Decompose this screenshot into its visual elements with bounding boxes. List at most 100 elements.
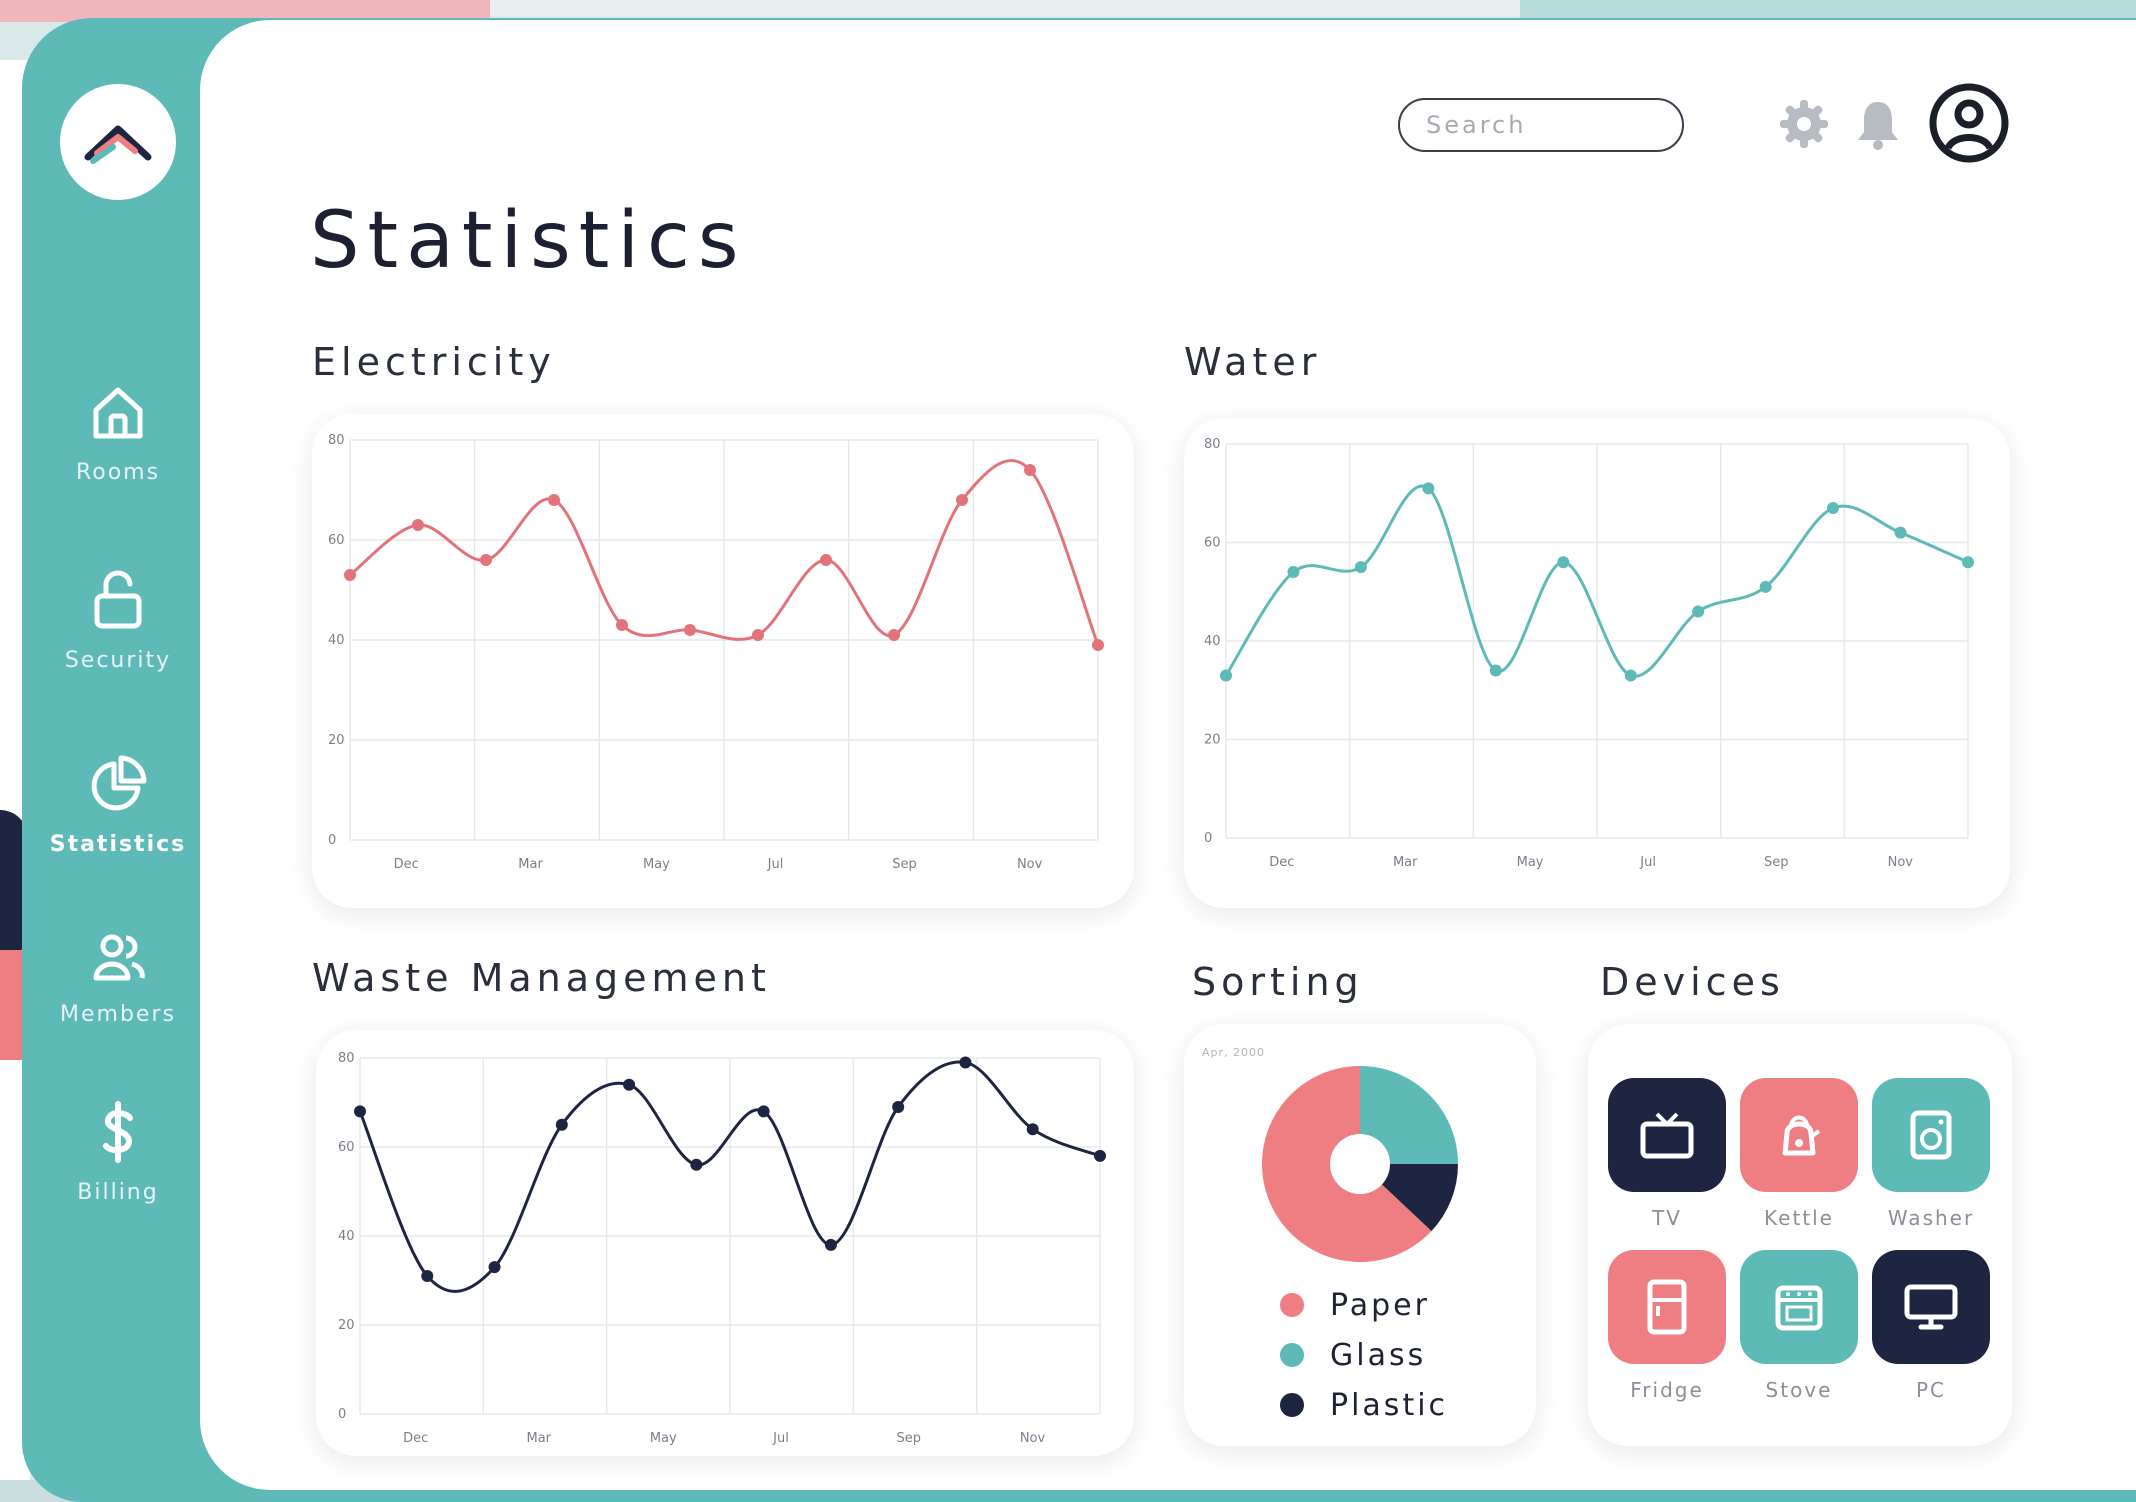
- sidebar-item-label: Billing: [77, 1180, 159, 1205]
- water-chart: 0 20 40 60 80 Dec Mar May Jul Sep Nov: [1204, 437, 1974, 870]
- legend-item: Paper: [1280, 1280, 1448, 1330]
- data-point: [555, 1118, 568, 1131]
- sidebar-item-billing[interactable]: Billing: [30, 1100, 206, 1205]
- sidebar-item-label: Rooms: [75, 460, 161, 485]
- devices-card: TV Kettle Washer Fridge Stove PC: [1588, 1024, 2012, 1446]
- data-point: [623, 1078, 636, 1091]
- x-tick-label: Sep: [892, 857, 917, 872]
- x-tick-label: Nov: [1017, 857, 1043, 872]
- legend-swatch-plastic: [1280, 1393, 1304, 1417]
- y-tick-label: 80: [338, 1051, 355, 1066]
- device-fridge-button[interactable]: Fridge: [1608, 1250, 1726, 1402]
- data-point: [757, 1105, 770, 1118]
- x-tick-label: May: [643, 857, 670, 872]
- data-point: [412, 519, 424, 531]
- device-pc-button[interactable]: PC: [1872, 1250, 1990, 1402]
- x-tick-label: Nov: [1888, 855, 1914, 870]
- device-kettle-button[interactable]: Kettle: [1740, 1078, 1858, 1230]
- roof-logo-icon[interactable]: [60, 84, 176, 200]
- user-icon[interactable]: [1928, 82, 2010, 168]
- page-title: Statistics: [310, 196, 747, 286]
- bell-icon[interactable]: [1854, 96, 1902, 156]
- data-point: [1094, 1149, 1106, 1162]
- data-point: [1092, 639, 1104, 651]
- sorting-legend: Paper Glass Plastic: [1280, 1280, 1448, 1430]
- sidebar-item-statistics[interactable]: Statistics: [30, 752, 206, 857]
- x-tick-label: Mar: [518, 857, 543, 872]
- data-point: [820, 554, 832, 566]
- device-label: Fridge: [1630, 1378, 1704, 1402]
- device-label: TV: [1652, 1206, 1682, 1230]
- water-title: Water: [1184, 340, 1322, 384]
- x-tick-label: Jul: [772, 1431, 789, 1446]
- sorting-title: Sorting: [1192, 960, 1364, 1004]
- data-point: [1894, 526, 1907, 539]
- data-point: [690, 1158, 703, 1171]
- data-point: [888, 629, 900, 641]
- sidebar-item-label: Statistics: [49, 832, 187, 857]
- unlock-icon: [94, 570, 142, 629]
- data-point: [959, 1056, 972, 1069]
- y-tick-label: 40: [1204, 634, 1221, 649]
- legend-item: Plastic: [1280, 1380, 1448, 1430]
- data-point: [1024, 464, 1036, 476]
- data-point: [344, 569, 356, 581]
- dollar-icon: [103, 1101, 133, 1163]
- data-point: [956, 494, 968, 506]
- data-point: [752, 629, 764, 641]
- sorting-card: Apr, 2000 Paper Glass Plastic: [1184, 1024, 1536, 1446]
- y-tick-label: 20: [1204, 733, 1221, 748]
- washer-icon: [1872, 1078, 1990, 1192]
- x-tick-label: Dec: [403, 1431, 428, 1446]
- sidebar-item-security[interactable]: Security: [30, 568, 206, 673]
- data-point: [1827, 502, 1840, 515]
- kettle-icon: [1740, 1078, 1858, 1192]
- data-point: [548, 494, 560, 506]
- y-tick-label: 20: [328, 733, 345, 748]
- y-tick-label: 40: [338, 1229, 355, 1244]
- y-tick-label: 0: [1204, 831, 1212, 846]
- background-decoration: [490, 0, 1590, 16]
- device-tv-button[interactable]: TV: [1608, 1078, 1726, 1230]
- y-tick-label: 0: [338, 1407, 346, 1422]
- data-point: [1220, 669, 1232, 682]
- data-point: [616, 619, 628, 631]
- sorting-pie-chart: [1262, 1066, 1458, 1262]
- sidebar-item-members[interactable]: Members: [30, 930, 206, 1027]
- x-tick-label: Mar: [1393, 855, 1418, 870]
- data-point: [1354, 561, 1367, 574]
- data-point: [892, 1100, 905, 1113]
- gear-icon[interactable]: [1776, 96, 1832, 156]
- data-point: [1489, 664, 1502, 677]
- device-label: PC: [1915, 1378, 1947, 1402]
- sidebar-item-rooms[interactable]: Rooms: [30, 380, 206, 485]
- device-washer-button[interactable]: Washer: [1872, 1078, 1990, 1230]
- device-label: Stove: [1765, 1378, 1833, 1402]
- legend-label: Glass: [1330, 1337, 1427, 1373]
- waste-title: Waste Management: [312, 956, 771, 1000]
- tv-icon: [1608, 1078, 1726, 1192]
- sidebar-item-label: Members: [60, 1002, 176, 1027]
- x-tick-label: Dec: [394, 857, 419, 872]
- data-point: [421, 1270, 434, 1283]
- search-input[interactable]: [1398, 98, 1684, 152]
- x-tick-label: Nov: [1020, 1431, 1046, 1446]
- y-tick-label: 60: [338, 1140, 355, 1155]
- home-icon: [93, 387, 143, 439]
- pc-icon: [1872, 1250, 1990, 1364]
- data-point: [354, 1105, 366, 1118]
- data-point: [1026, 1123, 1039, 1136]
- pie-chart-icon: [91, 755, 147, 811]
- data-point: [684, 624, 696, 636]
- y-tick-label: 60: [1204, 536, 1221, 551]
- device-stove-button[interactable]: Stove: [1740, 1250, 1858, 1402]
- x-tick-label: May: [1517, 855, 1544, 870]
- device-label: Washer: [1887, 1206, 1975, 1230]
- legend-swatch-glass: [1280, 1343, 1304, 1367]
- water-chart-card: 0 20 40 60 80 Dec Mar May Jul Sep Nov: [1184, 418, 2010, 908]
- waste-chart: 0 20 40 60 80 Dec Mar May Jul Sep Nov: [338, 1051, 1106, 1446]
- data-point: [1692, 605, 1705, 618]
- y-tick-label: 80: [328, 433, 345, 448]
- x-tick-label: Jul: [1639, 855, 1656, 870]
- y-tick-label: 20: [338, 1318, 355, 1333]
